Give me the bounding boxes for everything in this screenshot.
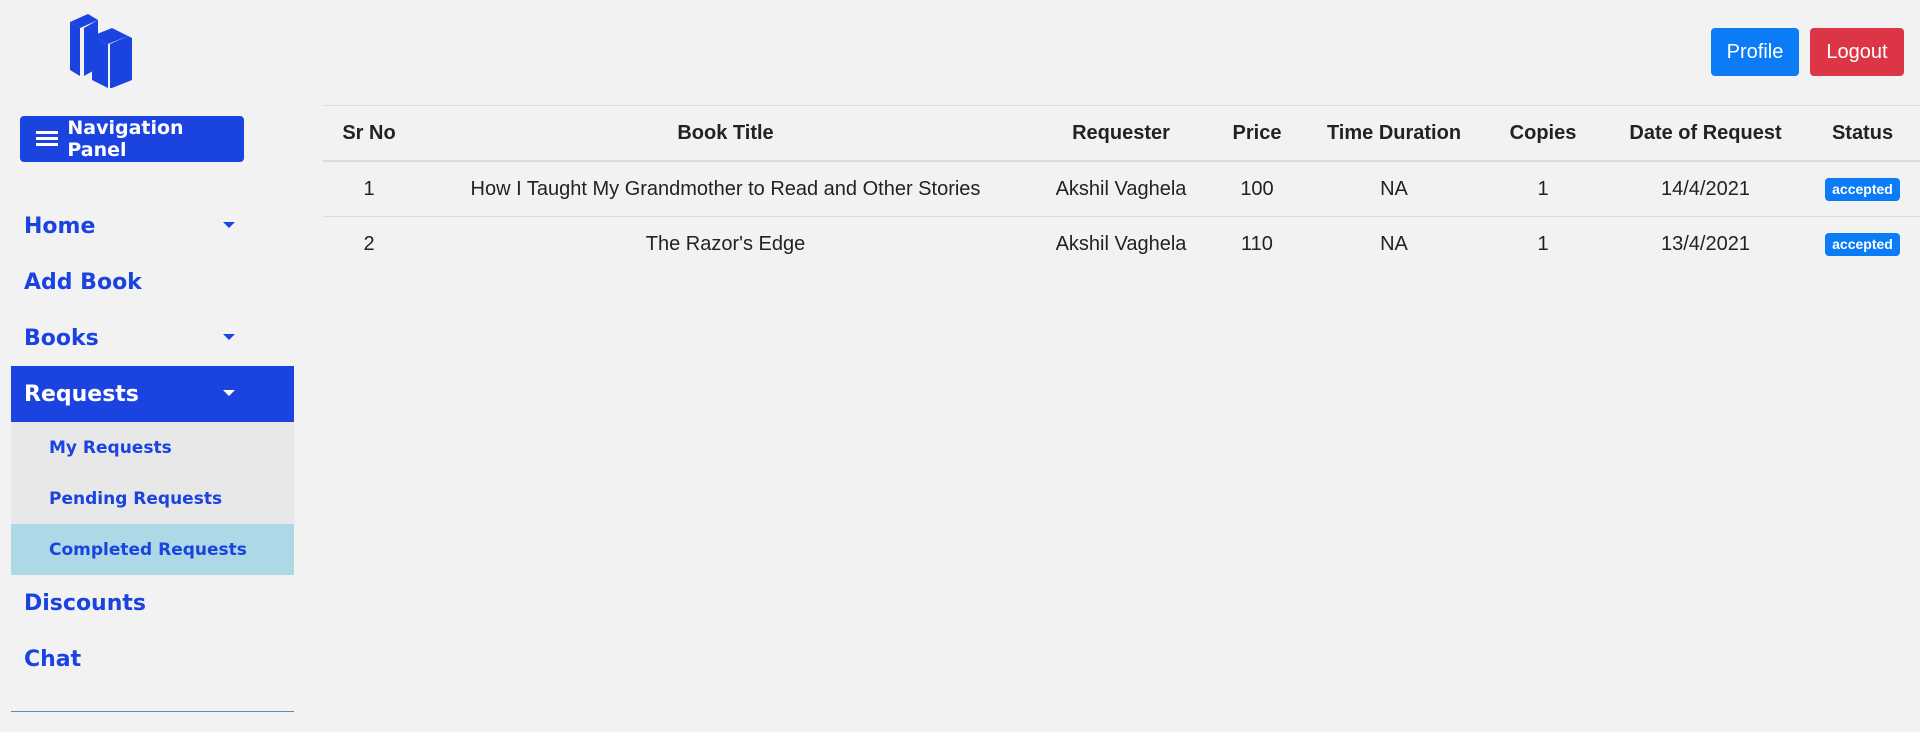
- submenu-item-my-requests[interactable]: My Requests: [11, 422, 294, 473]
- cell-book-title: How I Taught My Grandmother to Read and …: [415, 160, 1036, 217]
- sidebar-item-label: Home: [24, 213, 96, 239]
- sidebar-item-requests[interactable]: Requests: [11, 366, 294, 422]
- sidebar-item-discounts[interactable]: Discounts: [11, 575, 294, 631]
- cell-status: accepted: [1805, 160, 1920, 217]
- column-header-copies[interactable]: Copies: [1480, 105, 1606, 162]
- logout-button[interactable]: Logout: [1810, 28, 1904, 76]
- table-row[interactable]: 1 How I Taught My Grandmother to Read an…: [323, 160, 1920, 217]
- status-badge: accepted: [1825, 233, 1900, 256]
- column-header-sr-no[interactable]: Sr No: [323, 105, 415, 162]
- column-header-status[interactable]: Status: [1805, 105, 1920, 162]
- sidebar-divider: [11, 711, 294, 712]
- caret-down-icon: [223, 334, 235, 340]
- cell-book-title: The Razor's Edge: [415, 216, 1036, 271]
- profile-button[interactable]: Profile: [1711, 28, 1799, 76]
- cell-price: 100: [1206, 160, 1308, 217]
- cell-requester: Akshil Vaghela: [1036, 160, 1206, 217]
- sidebar-item-label: Chat: [24, 646, 82, 672]
- column-header-requester[interactable]: Requester: [1036, 105, 1206, 162]
- submenu-item-label: Pending Requests: [49, 488, 223, 509]
- cell-status: accepted: [1805, 216, 1920, 271]
- submenu-item-label: Completed Requests: [49, 539, 247, 560]
- hamburger-icon: [36, 131, 58, 147]
- cell-copies: 1: [1480, 160, 1606, 217]
- column-header-price[interactable]: Price: [1206, 105, 1308, 162]
- cell-copies: 1: [1480, 216, 1606, 271]
- column-header-time-duration[interactable]: Time Duration: [1308, 105, 1480, 162]
- sidebar-item-add-book[interactable]: Add Book: [11, 254, 294, 310]
- sidebar-nav: Home Add Book Books Requests My Requests…: [11, 198, 294, 687]
- cell-time-duration: NA: [1308, 160, 1480, 217]
- cell-date-of-request: 14/4/2021: [1606, 160, 1805, 217]
- sidebar-item-label: Requests: [24, 381, 139, 407]
- cell-time-duration: NA: [1308, 216, 1480, 271]
- sidebar-item-chat[interactable]: Chat: [11, 631, 294, 687]
- submenu-item-pending-requests[interactable]: Pending Requests: [11, 473, 294, 524]
- sidebar-item-books[interactable]: Books: [11, 310, 294, 366]
- books-logo-icon[interactable]: [66, 14, 132, 88]
- submenu-item-completed-requests[interactable]: Completed Requests: [11, 524, 294, 575]
- cell-date-of-request: 13/4/2021: [1606, 216, 1805, 271]
- table-header-row: Sr No Book Title Requester Price Time Du…: [323, 105, 1920, 162]
- navigation-panel-label: Navigation Panel: [67, 117, 184, 161]
- caret-down-icon: [223, 390, 235, 396]
- sidebar-item-home[interactable]: Home: [11, 198, 294, 254]
- sidebar-item-label: Discounts: [24, 590, 146, 616]
- sidebar-item-label: Add Book: [24, 269, 142, 295]
- navigation-panel-button[interactable]: Navigation Panel: [20, 116, 244, 162]
- table-row[interactable]: 2 The Razor's Edge Akshil Vaghela 110 NA…: [323, 216, 1920, 271]
- caret-down-icon: [223, 222, 235, 228]
- status-badge: accepted: [1825, 178, 1900, 201]
- sidebar-item-label: Books: [24, 325, 99, 351]
- sidebar: Navigation Panel Home Add Book Books Req…: [0, 0, 305, 732]
- requests-submenu: My Requests Pending Requests Completed R…: [11, 422, 294, 575]
- requests-table: Sr No Book Title Requester Price Time Du…: [323, 105, 1920, 271]
- cell-requester: Akshil Vaghela: [1036, 216, 1206, 271]
- cell-price: 110: [1206, 216, 1308, 271]
- column-header-date-of-request[interactable]: Date of Request: [1606, 105, 1805, 162]
- cell-sr-no: 1: [323, 160, 415, 217]
- cell-sr-no: 2: [323, 216, 415, 271]
- submenu-item-label: My Requests: [49, 437, 172, 458]
- requests-table-container: Sr No Book Title Requester Price Time Du…: [323, 105, 1920, 271]
- column-header-book-title[interactable]: Book Title: [415, 105, 1036, 162]
